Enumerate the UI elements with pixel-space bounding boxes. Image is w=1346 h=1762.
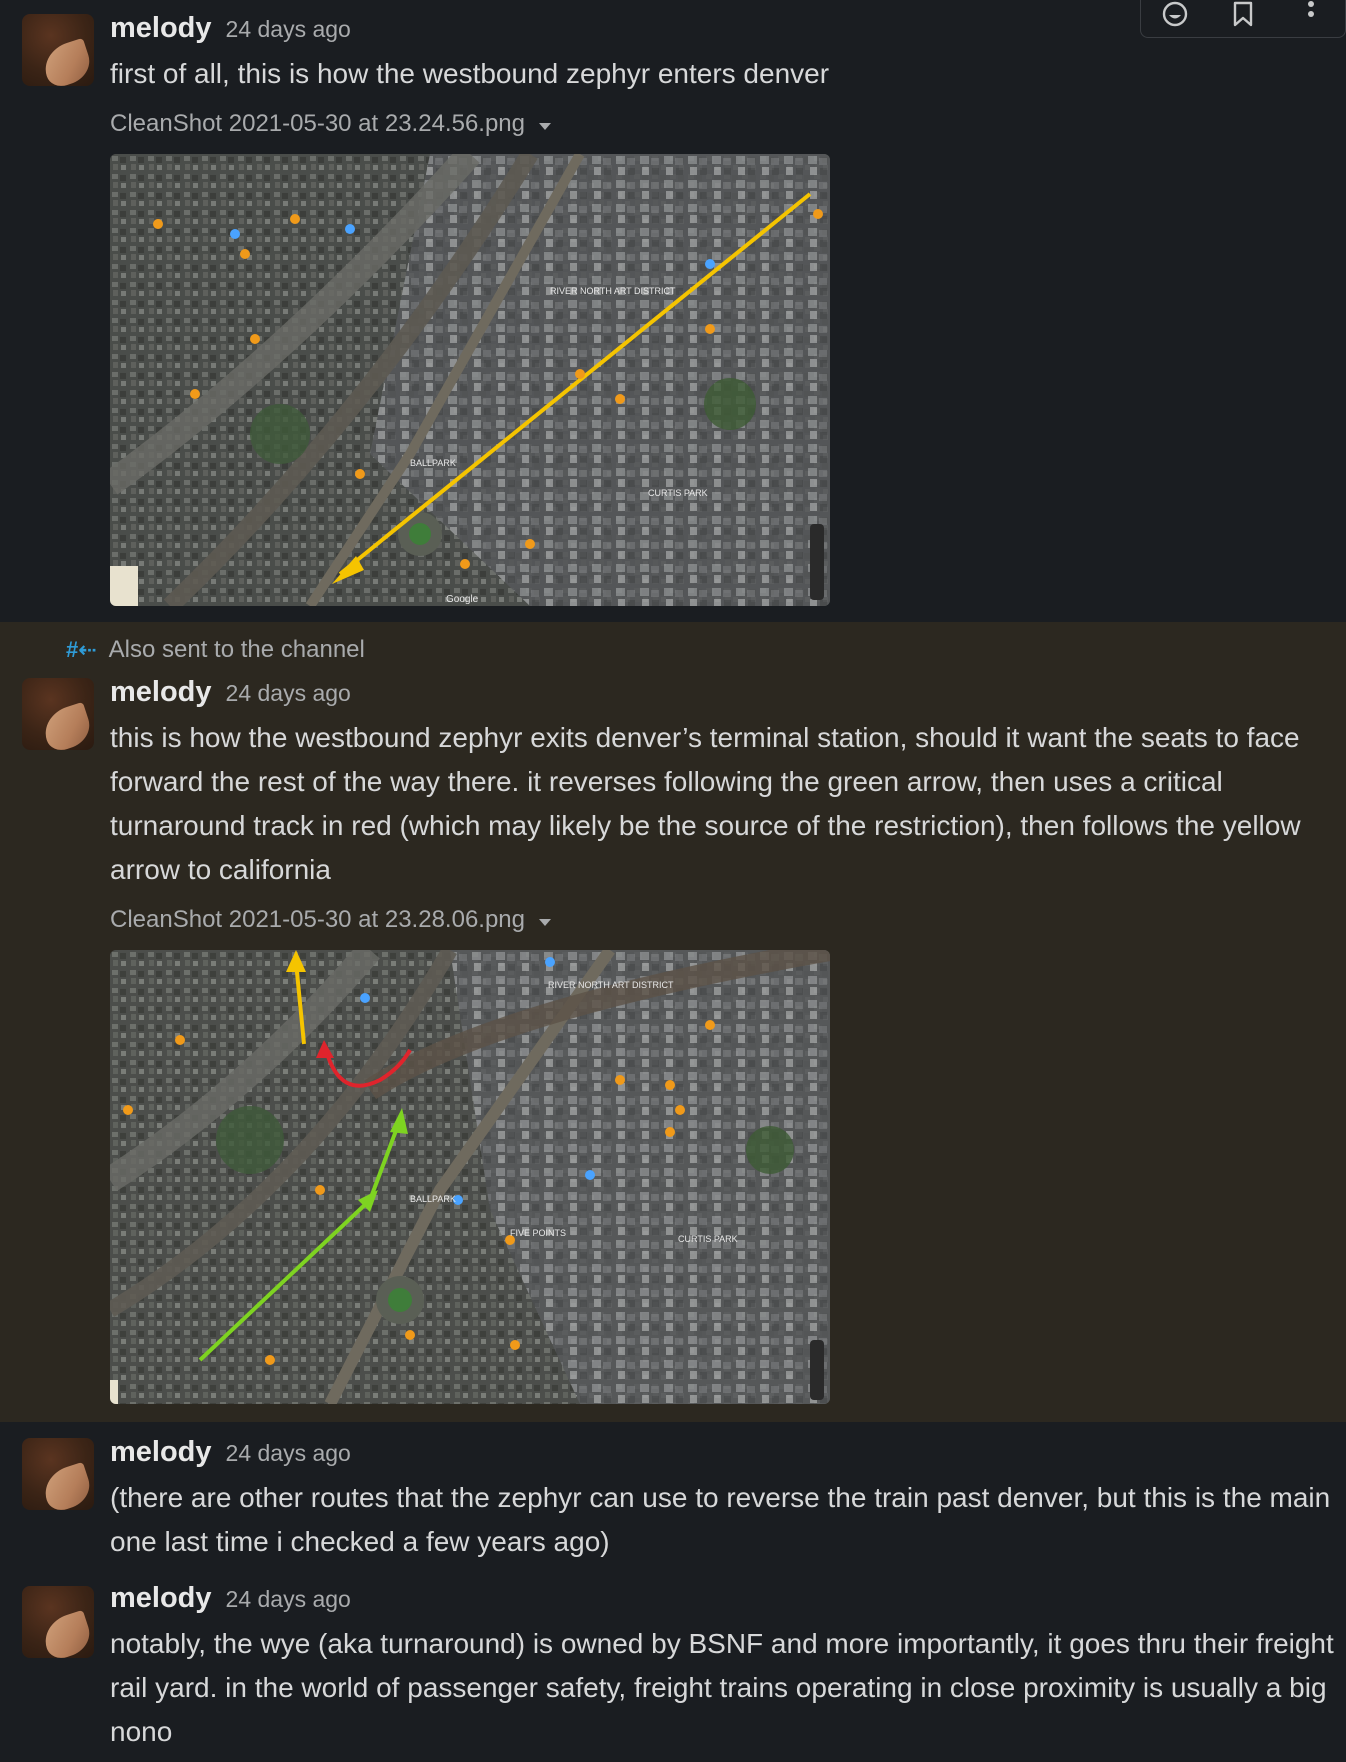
map-label: FIVE POINTS [510,1228,566,1238]
author-name[interactable]: melody [110,676,212,709]
author-name[interactable]: melody [110,1582,212,1615]
map-label: CURTIS PARK [648,488,708,498]
map-screenshot-1[interactable]: RIVER NORTH ART DISTRICT CURTIS PARK BAL… [110,154,830,606]
message-2: melody 24 days ago this is how the westb… [0,660,1346,1420]
map-label: RIVER NORTH ART DISTRICT [550,286,676,296]
message-1: melody 24 days ago first of all, this is… [0,0,1346,620]
map-label: RIVER NORTH ART DISTRICT [548,980,674,990]
map-label: Google [446,594,479,605]
map-label: BALLPARK [410,1194,456,1204]
avatar[interactable] [22,678,94,750]
map-screenshot-2[interactable]: RIVER NORTH ART DISTRICT BALLPARK FIVE P… [110,950,830,1404]
avatar[interactable] [22,14,94,86]
message-text: (there are other routes that the zephyr … [110,1482,1331,1557]
avatar[interactable] [22,1438,94,1510]
avatar[interactable] [22,1586,94,1658]
timestamp[interactable]: 24 days ago [226,1586,351,1613]
file-name[interactable]: CleanShot 2021-05-30 at 23.24.56.png [110,110,551,138]
map-label: CURTIS PARK [678,1234,738,1244]
chevron-down-icon[interactable] [539,918,551,926]
map-label: BALLPARK [410,458,456,468]
file-name[interactable]: CleanShot 2021-05-30 at 23.28.06.png [110,906,551,934]
message-text: this is how the westbound zephyr exits d… [110,722,1301,885]
message-4: melody 24 days ago notably, the wye (aka… [0,1568,1346,1762]
author-name[interactable]: melody [110,1436,212,1469]
timestamp[interactable]: 24 days ago [226,680,351,707]
message-text: first of all, this is how the westbound … [110,58,830,89]
message-3: melody 24 days ago (there are other rout… [0,1420,1346,1560]
timestamp[interactable]: 24 days ago [226,1440,351,1467]
author-name[interactable]: melody [110,12,212,45]
timestamp[interactable]: 24 days ago [226,16,351,43]
message-text: notably, the wye (aka turnaround) is own… [110,1628,1334,1747]
chevron-down-icon[interactable] [539,122,551,130]
